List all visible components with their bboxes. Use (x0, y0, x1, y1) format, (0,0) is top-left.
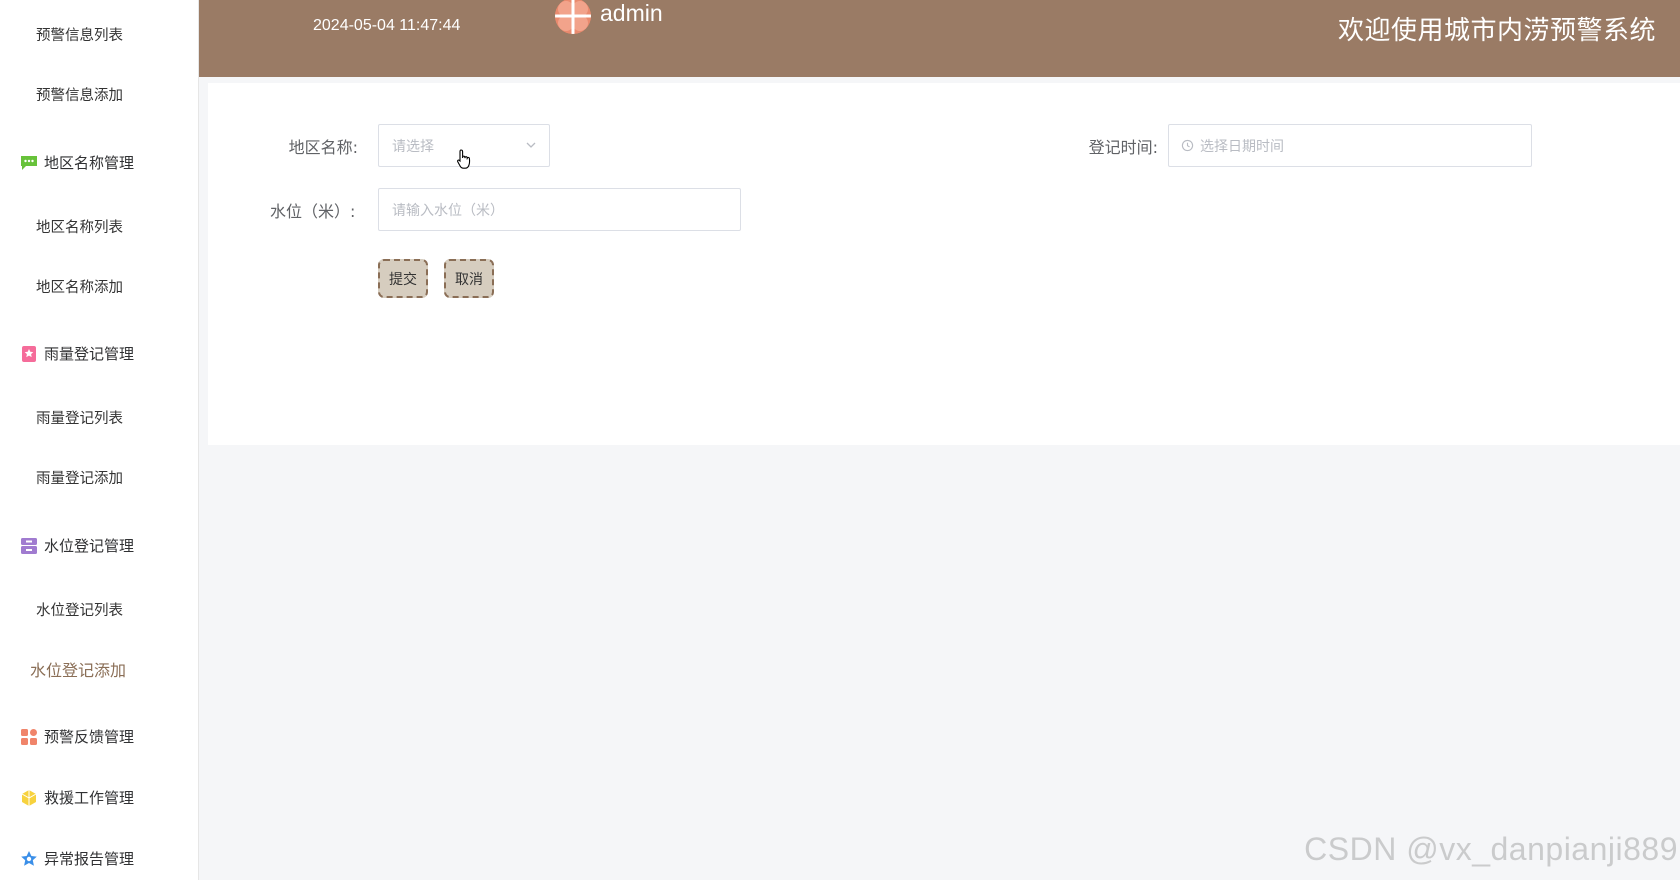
sidebar-group-label: 水位登记管理 (44, 537, 135, 555)
current-datetime: 2024-05-04 11:47:44 (313, 17, 461, 34)
water-level-label: 水位（米）: (270, 202, 356, 221)
sidebar-item-rainfall-list[interactable]: 雨量登记列表 (0, 407, 199, 428)
top-header: 2024-05-04 11:47:44 admin 欢迎使用城市内涝预警系统 (199, 0, 1680, 77)
sidebar-group-label: 异常报告管理 (44, 850, 135, 868)
archive-icon (20, 537, 38, 555)
username[interactable]: admin (600, 0, 663, 27)
badge-icon (20, 345, 38, 363)
water-level-placeholder: 请输入水位（米） (392, 202, 504, 219)
sidebar-item-label: 水位登记列表 (36, 603, 123, 619)
sidebar-item-label: 地区名称列表 (36, 220, 123, 236)
region-select-placeholder: 请选择 (392, 138, 434, 155)
sidebar-item-waterlevel-list[interactable]: 水位登记列表 (0, 599, 199, 620)
cancel-button[interactable]: 取消 (444, 259, 494, 298)
sidebar-item-label: 地区名称添加 (36, 280, 123, 296)
hexagon-icon (20, 789, 38, 807)
star-icon (20, 850, 38, 868)
clock-icon (1181, 139, 1194, 152)
sidebar-group-abnormal[interactable]: 异常报告管理 (0, 848, 199, 869)
avatar[interactable] (555, 0, 591, 34)
sidebar-group-label: 雨量登记管理 (44, 345, 135, 363)
sidebar-item-region-list[interactable]: 地区名称列表 (0, 216, 199, 237)
sidebar-item-region-add[interactable]: 地区名称添加 (0, 276, 199, 297)
sidebar-item-label: 预警信息添加 (36, 88, 123, 104)
sidebar-item-label: 预警信息列表 (36, 28, 123, 44)
sidebar-group-label: 救援工作管理 (44, 789, 135, 807)
submit-button[interactable]: 提交 (378, 259, 428, 298)
sidebar: 预警信息列表 预警信息添加 地区名称管理 地区名称列表 地区名称添加 雨量登记管… (0, 0, 199, 880)
datetime-picker[interactable]: 选择日期时间 (1168, 124, 1532, 167)
sidebar-item-label: 雨量登记添加 (36, 471, 123, 487)
sidebar-group-rescue[interactable]: 救援工作管理 (0, 787, 199, 808)
sidebar-group-feedback[interactable]: 预警反馈管理 (0, 726, 199, 747)
sidebar-item-waterlevel-add[interactable]: 水位登记添加 (0, 657, 199, 681)
form-card: 地区名称: 请选择 登记时间: 选择日期时间 水位（米）: 请输入水位（米） 提… (208, 83, 1680, 445)
sidebar-group-region[interactable]: 地区名称管理 (0, 152, 199, 173)
grid-icon (20, 728, 38, 746)
watermark: CSDN @vx_danpianji889 (1304, 831, 1678, 867)
sidebar-group-waterlevel[interactable]: 水位登记管理 (0, 535, 199, 556)
sidebar-item-label: 雨量登记列表 (36, 411, 123, 427)
water-level-input[interactable]: 请输入水位（米） (378, 188, 741, 231)
sidebar-group-rainfall[interactable]: 雨量登记管理 (0, 343, 199, 364)
site-title: 欢迎使用城市内涝预警系统 (1337, 16, 1656, 46)
hand-cursor-icon (455, 148, 475, 176)
chevron-down-icon (525, 139, 537, 155)
chat-bubble-icon (20, 154, 38, 172)
time-label: 登记时间: (1088, 138, 1158, 157)
datetime-placeholder: 选择日期时间 (1200, 138, 1284, 155)
sidebar-item-warning-add[interactable]: 预警信息添加 (0, 84, 199, 105)
sidebar-item-warning-list[interactable]: 预警信息列表 (0, 24, 199, 45)
sidebar-item-rainfall-add[interactable]: 雨量登记添加 (0, 467, 199, 488)
sidebar-group-label: 预警反馈管理 (44, 728, 135, 746)
region-label: 地区名称: (288, 138, 358, 157)
sidebar-item-label: 水位登记添加 (30, 661, 127, 680)
sidebar-group-label: 地区名称管理 (44, 154, 135, 172)
